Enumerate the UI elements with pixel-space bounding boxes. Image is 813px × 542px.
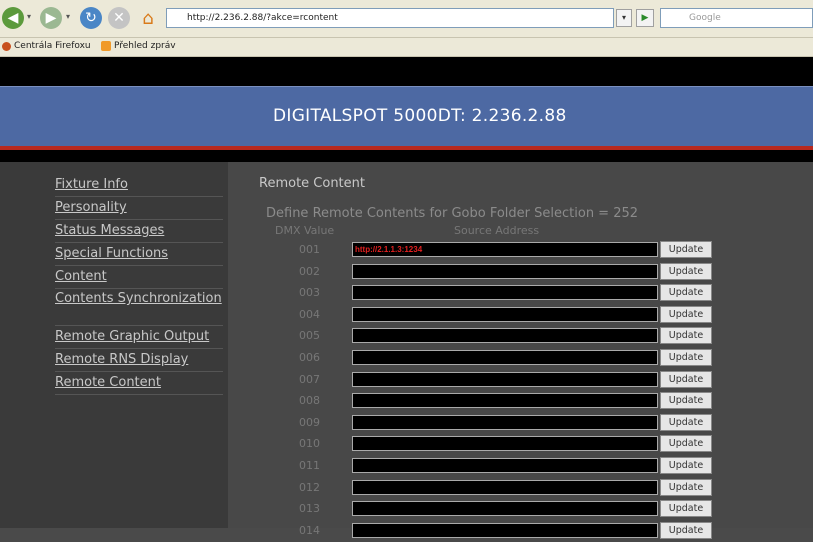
dmx-value: 001 xyxy=(299,243,320,256)
column-header-dmx: DMX Value xyxy=(275,224,335,237)
bookmark-label: Přehled zpráv xyxy=(114,41,176,51)
dmx-value: 012 xyxy=(299,480,320,494)
table-row: 006 Update xyxy=(228,348,813,370)
update-button[interactable]: Update xyxy=(660,284,712,302)
source-address-input[interactable] xyxy=(352,436,658,452)
update-button[interactable]: Update xyxy=(660,478,712,496)
url-dropdown-icon[interactable]: ▾ xyxy=(616,9,632,27)
table-row: 002 Update xyxy=(228,262,813,284)
column-header-source: Source Address xyxy=(454,224,540,237)
dmx-value: 007 xyxy=(299,372,320,386)
source-address-input[interactable] xyxy=(352,393,658,409)
bookmarks-toolbar: Centrála Firefoxu Přehled zpráv xyxy=(0,38,813,57)
sidebar-item-remote-content[interactable]: Remote Content xyxy=(55,372,223,395)
table-row: 004 Update xyxy=(228,305,813,327)
sidebar-item-remote-rns-display[interactable]: Remote RNS Display xyxy=(55,349,223,372)
home-icon[interactable]: ⌂ xyxy=(137,7,159,29)
update-button[interactable]: Update xyxy=(660,262,712,280)
source-address-input[interactable] xyxy=(352,414,658,430)
content-table: 001 http://2.1.1.3:1234 Update 002 Updat… xyxy=(228,240,813,542)
page-title: DIGITALSPOT 5000DT: 2.236.2.88 xyxy=(273,106,567,126)
firefox-icon xyxy=(2,41,11,51)
source-address-input[interactable] xyxy=(352,328,658,344)
sidebar-item-contents-synchronization[interactable]: Contents Synchronization xyxy=(55,289,223,326)
dmx-value: 008 xyxy=(299,394,320,408)
main-content: Remote Content Define Remote Contents fo… xyxy=(228,162,813,539)
dmx-value: 006 xyxy=(299,350,320,364)
dmx-value: 010 xyxy=(299,437,320,451)
forward-icon[interactable]: ▶ xyxy=(40,7,62,29)
forward-dropdown-icon[interactable]: ▾ xyxy=(66,12,70,21)
table-row: 011 Update xyxy=(228,456,813,478)
bookmark-news-overview[interactable]: Přehled zpráv xyxy=(101,41,176,51)
update-button[interactable]: Update xyxy=(660,456,712,474)
sidebar-item-remote-graphic-output[interactable]: Remote Graphic Output xyxy=(55,326,223,349)
source-address-input[interactable] xyxy=(352,349,658,365)
sidebar-menu: Fixture Info Personality Status Messages… xyxy=(55,174,223,395)
table-row: 008 Update xyxy=(228,391,813,413)
dmx-value: 009 xyxy=(299,415,320,429)
source-address-input[interactable]: http://2.1.1.3:1234 xyxy=(352,242,658,257)
dmx-value: 011 xyxy=(299,458,320,472)
bookmark-firefox-central[interactable]: Centrála Firefoxu xyxy=(2,41,91,51)
update-button[interactable]: Update xyxy=(660,413,712,431)
sidebar-item-status-messages[interactable]: Status Messages xyxy=(55,220,223,243)
source-address-input[interactable] xyxy=(352,371,658,387)
source-address-input[interactable] xyxy=(352,522,658,538)
dmx-value: 013 xyxy=(299,502,320,516)
update-button[interactable]: Update xyxy=(660,392,712,410)
update-button[interactable]: Update xyxy=(660,327,712,345)
dmx-value: 014 xyxy=(299,523,320,537)
table-row: 007 Update xyxy=(228,370,813,392)
update-button[interactable]: Update xyxy=(660,370,712,388)
browser-toolbar: ◀ ▾ ▶ ▾ ↻ ✕ ⌂ http://2.236.2.88/?akce=rc… xyxy=(0,0,813,38)
update-button[interactable]: Update xyxy=(660,348,712,366)
back-icon[interactable]: ◀ xyxy=(2,7,24,29)
page: DIGITALSPOT 5000DT: 2.236.2.88 Fixture I… xyxy=(0,57,813,539)
table-row: 012 Update xyxy=(228,478,813,500)
stop-icon[interactable]: ✕ xyxy=(108,7,130,29)
update-button[interactable]: Update xyxy=(660,500,712,518)
table-row: 014 Update xyxy=(228,521,813,542)
dmx-value: 004 xyxy=(299,307,320,321)
page-header: DIGITALSPOT 5000DT: 2.236.2.88 xyxy=(0,86,813,150)
source-address-input[interactable] xyxy=(352,285,658,301)
header-divider xyxy=(0,154,813,162)
search-input[interactable]: Google xyxy=(660,8,813,28)
update-button[interactable]: Update xyxy=(660,435,712,453)
source-address-input[interactable] xyxy=(352,479,658,495)
source-address-input[interactable] xyxy=(352,501,658,517)
back-dropdown-icon[interactable]: ▾ xyxy=(27,12,31,21)
dmx-value: 005 xyxy=(299,329,320,343)
update-button[interactable]: Update xyxy=(660,521,712,539)
update-button[interactable]: Update xyxy=(660,241,712,258)
dmx-value: 002 xyxy=(299,264,320,278)
sidebar: Fixture Info Personality Status Messages… xyxy=(0,162,228,528)
section-title: Remote Content xyxy=(259,176,365,191)
update-button[interactable]: Update xyxy=(660,305,712,323)
define-heading: Define Remote Contents for Gobo Folder S… xyxy=(266,206,639,221)
go-icon[interactable]: ▶ xyxy=(636,9,654,27)
table-row: 001 http://2.1.1.3:1234 Update xyxy=(228,240,813,262)
source-address-input[interactable] xyxy=(352,263,658,279)
source-address-input[interactable] xyxy=(352,457,658,473)
reload-icon[interactable]: ↻ xyxy=(80,7,102,29)
dmx-value: 003 xyxy=(299,286,320,300)
rss-icon xyxy=(101,41,111,51)
url-input[interactable]: http://2.236.2.88/?akce=rcontent xyxy=(166,8,614,28)
sidebar-item-special-functions[interactable]: Special Functions xyxy=(55,243,223,266)
table-row: 009 Update xyxy=(228,413,813,435)
sidebar-item-fixture-info[interactable]: Fixture Info xyxy=(55,174,223,197)
sidebar-item-personality[interactable]: Personality xyxy=(55,197,223,220)
source-address-input[interactable] xyxy=(352,306,658,322)
table-row: 005 Update xyxy=(228,326,813,348)
bookmark-label: Centrála Firefoxu xyxy=(14,41,91,51)
table-row: 003 Update xyxy=(228,283,813,305)
table-row: 013 Update xyxy=(228,499,813,521)
sidebar-item-content[interactable]: Content xyxy=(55,266,223,289)
table-row: 010 Update xyxy=(228,434,813,456)
